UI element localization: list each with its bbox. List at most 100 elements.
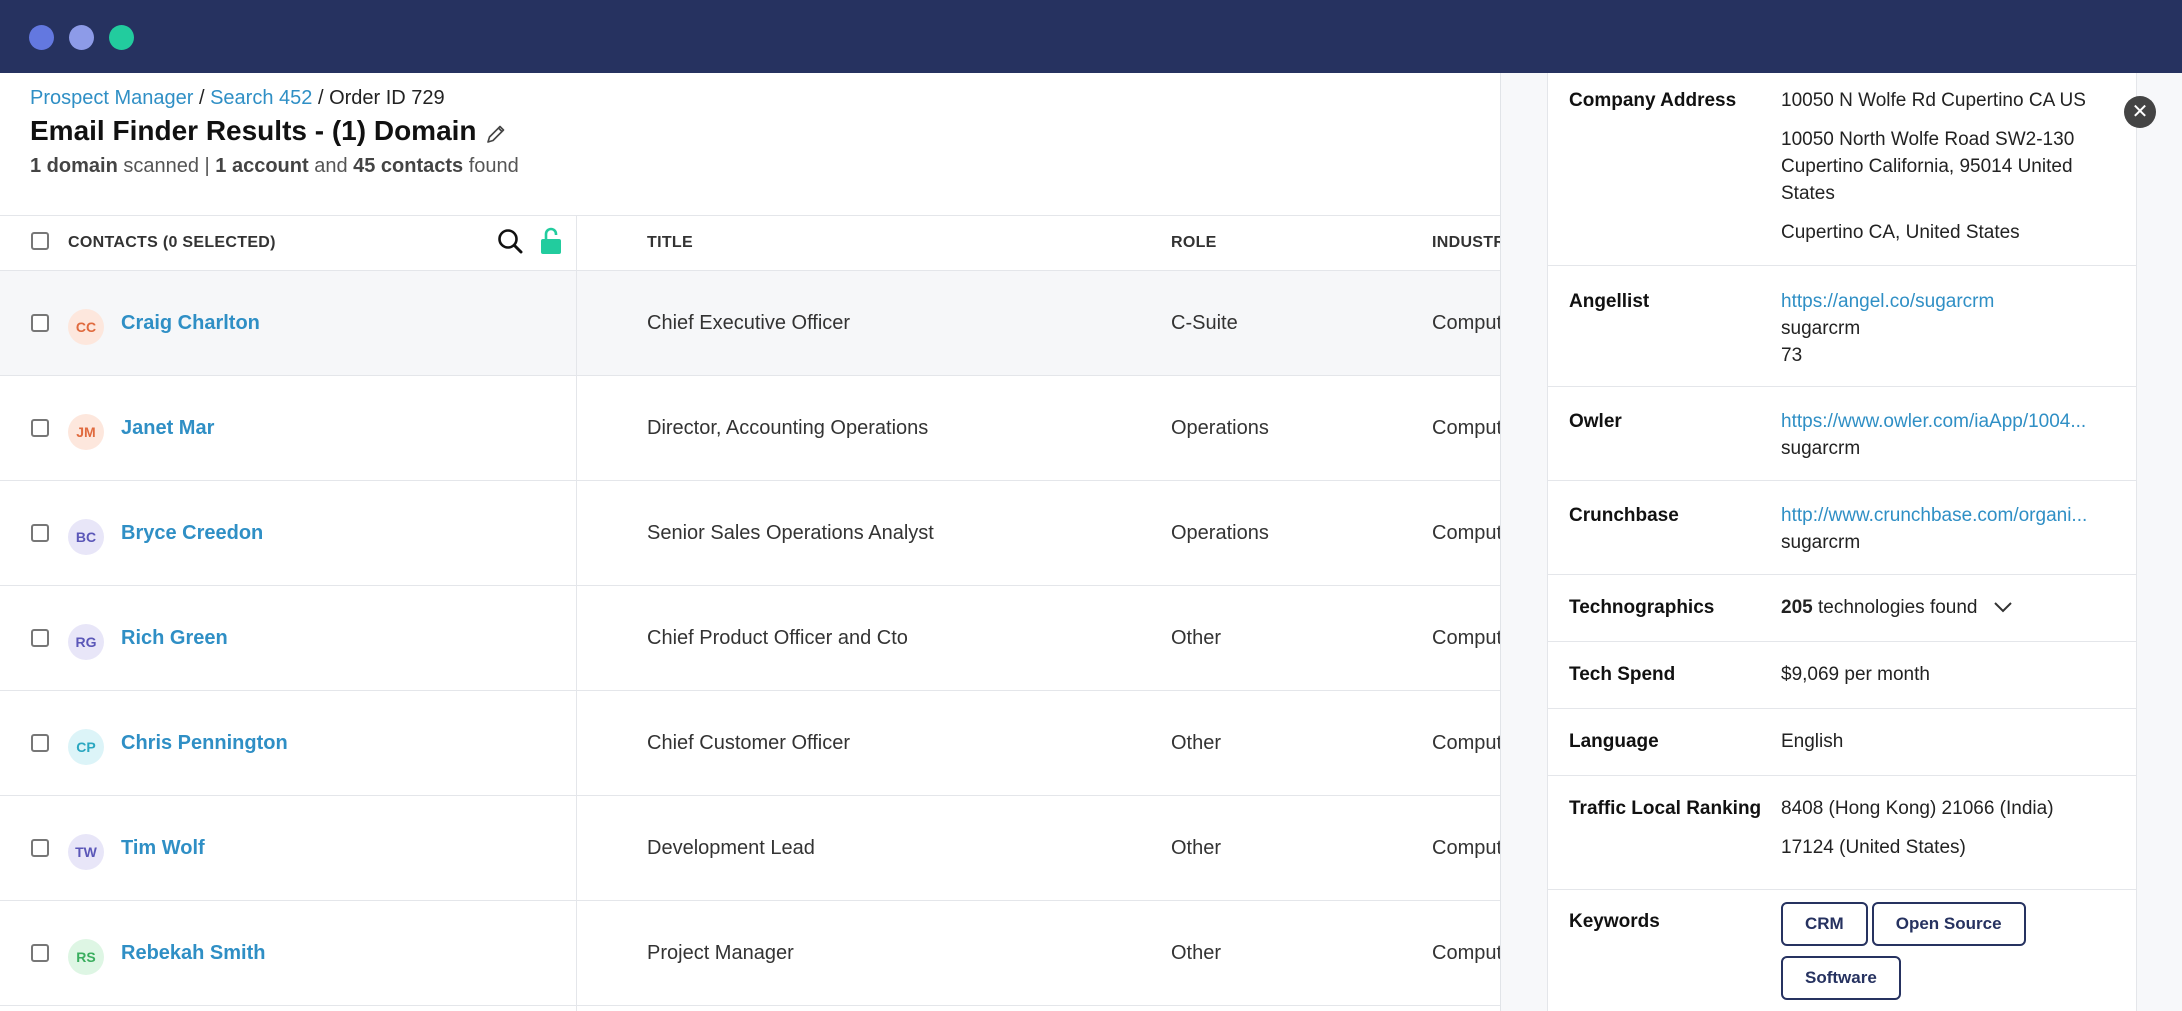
breadcrumb-separator: / xyxy=(312,87,330,109)
owler-value: https://www.owler.com/iaApp/1004... suga… xyxy=(1781,408,2121,462)
row-checkbox[interactable] xyxy=(31,524,49,542)
technographics-value[interactable]: 205 technologies found xyxy=(1781,594,2121,621)
chevron-down-icon[interactable] xyxy=(1993,594,2013,621)
contact-name-link[interactable]: Janet Mar xyxy=(121,417,214,440)
contact-name-link[interactable]: Tim Wolf xyxy=(121,837,205,860)
contacts-table: CONTACTS (0 SELECTED) TITLE ROLE INDUSTR… xyxy=(0,215,1500,1006)
table-row[interactable]: RS Rebekah Smith Project Manager Other Compu… xyxy=(0,901,1500,1006)
table-row[interactable]: BC Bryce Creedon Senior Sales Operations A… xyxy=(0,481,1500,586)
row-checkbox[interactable] xyxy=(31,734,49,752)
owler-label: Owler xyxy=(1569,411,1622,432)
select-all-checkbox[interactable] xyxy=(31,232,49,250)
table-header: CONTACTS (0 SELECTED) TITLE ROLE INDUSTR xyxy=(0,216,1500,271)
angellist-count: 73 xyxy=(1781,345,1803,366)
company-address-label: Company Address xyxy=(1569,90,1737,111)
row-checkbox[interactable] xyxy=(31,839,49,857)
unlock-icon[interactable] xyxy=(539,226,563,261)
contact-name-link[interactable]: Bryce Creedon xyxy=(121,522,263,545)
keywords-label: Keywords xyxy=(1569,911,1660,932)
keyword-tag[interactable]: CRM xyxy=(1781,902,1868,946)
contact-role: Other xyxy=(1171,627,1222,649)
row-checkbox[interactable] xyxy=(31,629,49,647)
owler-handle: sugarcrm xyxy=(1781,438,1861,459)
column-header-contacts: CONTACTS (0 SELECTED) xyxy=(68,234,276,251)
owler-link[interactable]: https://www.owler.com/iaApp/1004... xyxy=(1781,411,2086,432)
contact-industry: Comput xyxy=(1432,837,1500,859)
window-control-dot[interactable] xyxy=(29,25,54,50)
contact-role: Other xyxy=(1171,942,1222,964)
traffic-ranking-label: Traffic Local Ranking xyxy=(1569,798,1762,819)
contact-name-link[interactable]: Rebekah Smith xyxy=(121,942,265,965)
avatar: CC xyxy=(68,309,104,345)
crunchbase-link[interactable]: http://www.crunchbase.com/organi... xyxy=(1781,505,2087,526)
row-checkbox[interactable] xyxy=(31,419,49,437)
contact-role: C-Suite xyxy=(1171,312,1238,334)
breadcrumb-prospect-manager[interactable]: Prospect Manager xyxy=(30,87,193,109)
crunchbase-label: Crunchbase xyxy=(1569,505,1679,526)
contact-title: Chief Customer Officer xyxy=(647,732,851,754)
contact-industry: Comput xyxy=(1432,417,1500,439)
close-icon: ✕ xyxy=(2131,101,2149,123)
summary-text: and xyxy=(308,155,354,177)
contact-name-link[interactable]: Chris Pennington xyxy=(121,732,288,755)
traffic-ranking-value: 8408 (Hong Kong) 21066 (India) 17124 (Un… xyxy=(1781,795,2121,861)
keywords-list: CRM Open Source Software xyxy=(1781,902,2101,1010)
contact-title: Senior Sales Operations Analyst xyxy=(647,522,934,544)
close-panel-button[interactable]: ✕ xyxy=(2124,96,2156,128)
avatar: RG xyxy=(68,624,104,660)
contact-role: Operations xyxy=(1171,522,1269,544)
avatar: CP xyxy=(68,729,104,765)
angellist-link[interactable]: https://angel.co/sugarcrm xyxy=(1781,291,1994,312)
table-row[interactable]: TW Tim Wolf Development Lead Other Comput xyxy=(0,796,1500,901)
company-address-value: 10050 N Wolfe Rd Cupertino CA US 10050 N… xyxy=(1781,87,2121,246)
row-checkbox[interactable] xyxy=(31,314,49,332)
technographics-text: technologies found xyxy=(1812,597,1978,618)
table-row[interactable]: JM Janet Mar Director, Accounting Operatio… xyxy=(0,376,1500,481)
contact-role: Operations xyxy=(1171,417,1269,439)
crunchbase-row: Crunchbase http://www.crunchbase.com/org… xyxy=(1548,481,2136,575)
table-body: CC Craig Charlton Chief Executive Officer C… xyxy=(0,271,1500,1006)
breadcrumb-search[interactable]: Search 452 xyxy=(210,87,312,109)
table-row[interactable]: RG Rich Green Chief Product Officer and Ct… xyxy=(0,586,1500,691)
avatar: RS xyxy=(68,939,104,975)
avatar: TW xyxy=(68,834,104,870)
contact-name-link[interactable]: Craig Charlton xyxy=(121,312,260,335)
search-icon[interactable] xyxy=(497,228,523,261)
crunchbase-handle: sugarcrm xyxy=(1781,532,1861,553)
contact-title: Project Manager xyxy=(647,942,794,964)
technology-count: 205 xyxy=(1781,597,1813,618)
tech-spend-label: Tech Spend xyxy=(1569,664,1676,685)
row-checkbox[interactable] xyxy=(31,944,49,962)
breadcrumb-current: Order ID 729 xyxy=(329,87,445,109)
contact-industry: Comput xyxy=(1432,942,1500,964)
contact-industry: Comput xyxy=(1432,732,1500,754)
results-summary: 1 domain scanned | 1 account and 45 cont… xyxy=(30,155,519,178)
contact-industry: Comput xyxy=(1432,312,1500,334)
window-control-dot[interactable] xyxy=(109,25,134,50)
column-header-title: TITLE xyxy=(647,234,693,251)
angellist-handle: sugarcrm xyxy=(1781,318,1861,339)
window-title-bar xyxy=(0,0,2182,73)
breadcrumb-separator: / xyxy=(193,87,211,109)
window-control-dot[interactable] xyxy=(69,25,94,50)
contact-title: Chief Executive Officer xyxy=(647,312,851,334)
language-label: Language xyxy=(1569,731,1659,752)
technographics-row[interactable]: Technographics 205 technologies found xyxy=(1548,575,2136,642)
traffic-ranking-line: 17124 (United States) xyxy=(1781,837,1966,858)
table-row[interactable]: CP Chris Pennington Chief Customer Officer… xyxy=(0,691,1500,796)
keyword-tag[interactable]: Software xyxy=(1781,956,1901,1000)
contact-role: Other xyxy=(1171,837,1222,859)
keyword-tag[interactable]: Open Source xyxy=(1871,902,2026,946)
company-details-card: Company Address 10050 N Wolfe Rd Cuperti… xyxy=(1547,73,2137,1011)
tech-spend-value: $9,069 per month xyxy=(1781,664,1930,685)
keywords-row: Keywords CRM Open Source Software xyxy=(1548,890,2136,1011)
address-line: 10050 North Wolfe Road SW2-130 Cupertino… xyxy=(1781,129,2075,204)
breadcrumb: Prospect Manager / Search 452 / Order ID… xyxy=(30,87,445,110)
contact-name-link[interactable]: Rich Green xyxy=(121,627,228,650)
avatar: BC xyxy=(68,519,104,555)
summary-contact-count: 45 contacts xyxy=(353,155,464,177)
table-row[interactable]: CC Craig Charlton Chief Executive Officer C… xyxy=(0,271,1500,376)
pencil-edit-icon[interactable] xyxy=(485,120,507,143)
traffic-ranking-row: Traffic Local Ranking 8408 (Hong Kong) 2… xyxy=(1548,776,2136,890)
address-line: Cupertino CA, United States xyxy=(1781,222,2020,243)
